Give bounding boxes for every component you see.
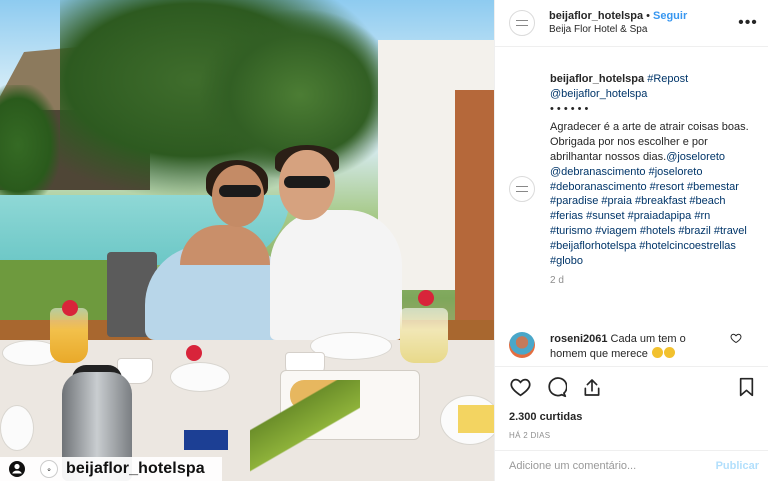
instagram-post: ✿ beijaflor_hotelspa beijaflor_hotelspa •… — [0, 0, 768, 481]
mention-joseloreto[interactable]: @joseloreto — [666, 151, 725, 163]
header-text: beijaflor_hotelspa • Seguir Beija Flor Hot… — [549, 9, 738, 37]
caption-avatar[interactable] — [509, 176, 535, 202]
hotel-logo-icon: ✿ — [40, 460, 58, 478]
repost-hashtag[interactable]: #Repost — [647, 73, 688, 85]
repost-handle[interactable]: @beijaflor_hotelspa — [550, 88, 647, 100]
comment-icon[interactable] — [545, 376, 567, 398]
add-comment-bar: Publicar — [495, 450, 768, 481]
bookmark-icon[interactable] — [735, 376, 757, 398]
photo-palm-leaf — [250, 380, 360, 481]
location-link[interactable]: Beija Flor Hotel & Spa — [549, 23, 738, 37]
post-photo[interactable]: ✿ beijaflor_hotelspa — [0, 0, 494, 481]
comment-input[interactable] — [509, 460, 716, 472]
hotel-logo-icon — [516, 20, 528, 26]
hotel-logo-icon — [516, 186, 528, 192]
likes-count[interactable]: 2.300 curtidas — [509, 411, 757, 423]
post-header: beijaflor_hotelspa • Seguir Beija Flor Hot… — [495, 0, 768, 47]
photo-flower — [186, 345, 202, 361]
share-icon[interactable] — [581, 376, 603, 398]
commenter-username[interactable]: roseni2061 — [550, 333, 607, 345]
photo-sunglasses — [219, 185, 261, 197]
header-username[interactable]: beijaflor_hotelspa — [549, 10, 643, 22]
post-actions: 2.300 curtidas HÁ 2 DIAS — [495, 366, 768, 440]
photo-plate — [0, 405, 34, 451]
post-side-panel: beijaflor_hotelspa • Seguir Beija Flor Hot… — [494, 0, 768, 481]
photo-flower — [62, 300, 78, 316]
caption-dots: • • • • • • — [550, 102, 589, 115]
comment-like-icon[interactable] — [730, 332, 742, 344]
photo-cheese — [458, 405, 494, 433]
caption-hashtags[interactable]: #joseloreto #deboranascimento #resort #b… — [550, 166, 747, 267]
header-separator: • — [646, 10, 650, 22]
caption-body: beijaflor_hotelspa #Repost @beijaflor_ho… — [550, 72, 750, 289]
publish-button[interactable]: Publicar — [716, 460, 759, 472]
caption: beijaflor_hotelspa #Repost @beijaflor_ho… — [495, 48, 768, 289]
mention-debranascimento[interactable]: @debranascimento — [550, 166, 646, 178]
photo-sunglasses — [284, 176, 330, 188]
photo-juice-box — [184, 430, 228, 450]
repost-watermark: ✿ beijaflor_hotelspa — [0, 457, 222, 481]
photo-man — [270, 210, 402, 340]
photo-bush — [0, 85, 60, 205]
photo-door — [455, 90, 494, 340]
instagram-glyph-icon — [6, 460, 32, 478]
profile-avatar[interactable] — [509, 10, 535, 36]
caption-username[interactable]: beijaflor_hotelspa — [550, 73, 644, 85]
caption-time[interactable]: 2 d — [550, 274, 750, 289]
photo-plate — [170, 362, 230, 392]
comments-area[interactable]: beijaflor_hotelspa #Repost @beijaflor_ho… — [495, 48, 768, 365]
photo-juice-glass — [50, 308, 88, 363]
comment-item: roseni2061 Cada um tem o homem que merec… — [509, 332, 759, 362]
photo-flower — [418, 290, 434, 306]
follow-button[interactable]: Seguir — [653, 10, 687, 22]
post-date[interactable]: HÁ 2 DIAS — [509, 431, 757, 440]
emoji-icon — [651, 346, 663, 358]
emoji-icon — [663, 346, 675, 358]
action-icons — [509, 375, 757, 399]
commenter-avatar[interactable] — [509, 332, 535, 358]
comment-text-wrap: roseni2061 Cada um tem o homem que merec… — [550, 332, 720, 362]
watermark-username: beijaflor_hotelspa — [66, 460, 205, 477]
more-options-icon[interactable]: ••• — [738, 14, 758, 32]
like-icon[interactable] — [509, 376, 531, 398]
photo-juice-glass — [400, 308, 448, 363]
